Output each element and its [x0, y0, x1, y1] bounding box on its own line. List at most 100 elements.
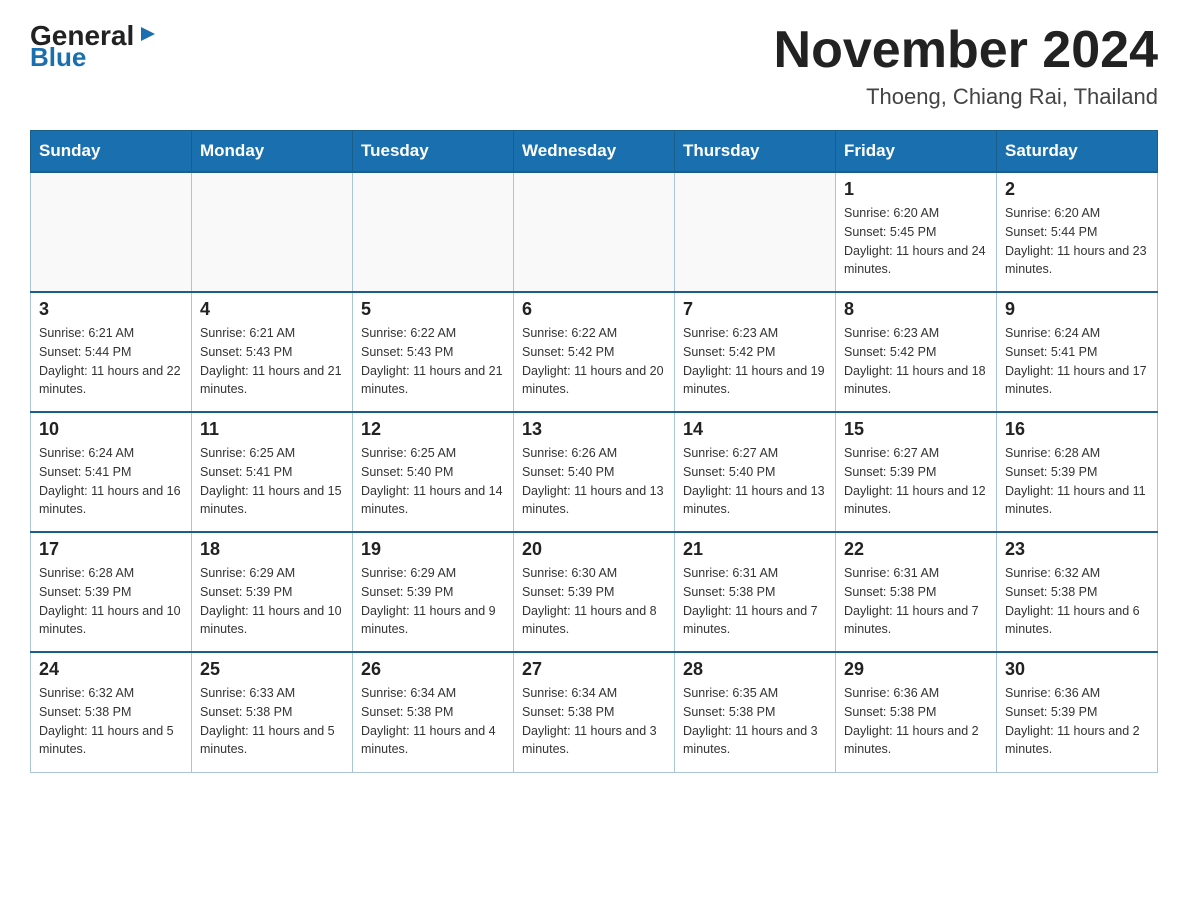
- day-number: 12: [361, 419, 505, 440]
- day-info: Sunrise: 6:28 AM Sunset: 5:39 PM Dayligh…: [39, 564, 183, 639]
- day-number: 19: [361, 539, 505, 560]
- calendar-cell: 11 Sunrise: 6:25 AM Sunset: 5:41 PM Dayli…: [192, 412, 353, 532]
- day-number: 16: [1005, 419, 1149, 440]
- calendar-body: 1 Sunrise: 6:20 AM Sunset: 5:45 PM Daylig…: [31, 172, 1158, 772]
- header-day-thursday: Thursday: [675, 131, 836, 173]
- day-number: 20: [522, 539, 666, 560]
- day-info: Sunrise: 6:34 AM Sunset: 5:38 PM Dayligh…: [361, 684, 505, 759]
- calendar-cell: 21 Sunrise: 6:31 AM Sunset: 5:38 PM Dayli…: [675, 532, 836, 652]
- day-info: Sunrise: 6:20 AM Sunset: 5:45 PM Dayligh…: [844, 204, 988, 279]
- day-info: Sunrise: 6:33 AM Sunset: 5:38 PM Dayligh…: [200, 684, 344, 759]
- day-number: 11: [200, 419, 344, 440]
- day-number: 8: [844, 299, 988, 320]
- day-number: 23: [1005, 539, 1149, 560]
- calendar-cell: 24 Sunrise: 6:32 AM Sunset: 5:38 PM Dayli…: [31, 652, 192, 772]
- week-row-4: 17 Sunrise: 6:28 AM Sunset: 5:39 PM Dayli…: [31, 532, 1158, 652]
- calendar-cell: 9 Sunrise: 6:24 AM Sunset: 5:41 PM Daylig…: [997, 292, 1158, 412]
- day-number: 6: [522, 299, 666, 320]
- day-info: Sunrise: 6:22 AM Sunset: 5:43 PM Dayligh…: [361, 324, 505, 399]
- day-number: 30: [1005, 659, 1149, 680]
- day-info: Sunrise: 6:31 AM Sunset: 5:38 PM Dayligh…: [683, 564, 827, 639]
- header-day-monday: Monday: [192, 131, 353, 173]
- day-number: 18: [200, 539, 344, 560]
- calendar-cell: 19Sunrise: 6:29 AM Sunset: 5:39 PM Dayli…: [353, 532, 514, 652]
- logo-blue: Blue: [30, 42, 86, 73]
- calendar-cell: 8 Sunrise: 6:23 AM Sunset: 5:42 PM Daylig…: [836, 292, 997, 412]
- day-info: Sunrise: 6:22 AM Sunset: 5:42 PM Dayligh…: [522, 324, 666, 399]
- day-info: Sunrise: 6:31 AM Sunset: 5:38 PM Dayligh…: [844, 564, 988, 639]
- calendar-cell: 2Sunrise: 6:20 AM Sunset: 5:44 PM Daylig…: [997, 172, 1158, 292]
- day-info: Sunrise: 6:30 AM Sunset: 5:39 PM Dayligh…: [522, 564, 666, 639]
- calendar-cell: 30Sunrise: 6:36 AM Sunset: 5:39 PM Dayli…: [997, 652, 1158, 772]
- week-row-2: 3 Sunrise: 6:21 AM Sunset: 5:44 PM Daylig…: [31, 292, 1158, 412]
- day-info: Sunrise: 6:27 AM Sunset: 5:40 PM Dayligh…: [683, 444, 827, 519]
- calendar-cell: 16Sunrise: 6:28 AM Sunset: 5:39 PM Dayli…: [997, 412, 1158, 532]
- day-info: Sunrise: 6:32 AM Sunset: 5:38 PM Dayligh…: [1005, 564, 1149, 639]
- day-number: 5: [361, 299, 505, 320]
- day-number: 25: [200, 659, 344, 680]
- day-number: 22: [844, 539, 988, 560]
- logo-flag-icon: [137, 23, 159, 45]
- day-number: 27: [522, 659, 666, 680]
- calendar-cell: 7Sunrise: 6:23 AM Sunset: 5:42 PM Daylig…: [675, 292, 836, 412]
- day-number: 9: [1005, 299, 1149, 320]
- day-number: 28: [683, 659, 827, 680]
- calendar-cell: 13Sunrise: 6:26 AM Sunset: 5:40 PM Dayli…: [514, 412, 675, 532]
- day-info: Sunrise: 6:20 AM Sunset: 5:44 PM Dayligh…: [1005, 204, 1149, 279]
- calendar-cell: 18 Sunrise: 6:29 AM Sunset: 5:39 PM Dayli…: [192, 532, 353, 652]
- day-info: Sunrise: 6:34 AM Sunset: 5:38 PM Dayligh…: [522, 684, 666, 759]
- day-info: Sunrise: 6:32 AM Sunset: 5:38 PM Dayligh…: [39, 684, 183, 759]
- calendar-cell: [514, 172, 675, 292]
- title-section: November 2024 Thoeng, Chiang Rai, Thaila…: [774, 20, 1158, 110]
- calendar-cell: 6 Sunrise: 6:22 AM Sunset: 5:42 PM Daylig…: [514, 292, 675, 412]
- calendar-cell: 10 Sunrise: 6:24 AM Sunset: 5:41 PM Dayli…: [31, 412, 192, 532]
- calendar-cell: 1 Sunrise: 6:20 AM Sunset: 5:45 PM Daylig…: [836, 172, 997, 292]
- calendar-cell: [192, 172, 353, 292]
- day-info: Sunrise: 6:29 AM Sunset: 5:39 PM Dayligh…: [200, 564, 344, 639]
- day-info: Sunrise: 6:25 AM Sunset: 5:41 PM Dayligh…: [200, 444, 344, 519]
- calendar-cell: 17 Sunrise: 6:28 AM Sunset: 5:39 PM Dayli…: [31, 532, 192, 652]
- day-number: 10: [39, 419, 183, 440]
- day-info: Sunrise: 6:21 AM Sunset: 5:43 PM Dayligh…: [200, 324, 344, 399]
- calendar-cell: 26Sunrise: 6:34 AM Sunset: 5:38 PM Dayli…: [353, 652, 514, 772]
- header-row: SundayMondayTuesdayWednesdayThursdayFrid…: [31, 131, 1158, 173]
- day-info: Sunrise: 6:23 AM Sunset: 5:42 PM Dayligh…: [844, 324, 988, 399]
- day-number: 15: [844, 419, 988, 440]
- day-number: 1: [844, 179, 988, 200]
- calendar-cell: 3 Sunrise: 6:21 AM Sunset: 5:44 PM Daylig…: [31, 292, 192, 412]
- calendar-cell: 15 Sunrise: 6:27 AM Sunset: 5:39 PM Dayli…: [836, 412, 997, 532]
- day-info: Sunrise: 6:27 AM Sunset: 5:39 PM Dayligh…: [844, 444, 988, 519]
- calendar-cell: [31, 172, 192, 292]
- day-number: 17: [39, 539, 183, 560]
- day-info: Sunrise: 6:24 AM Sunset: 5:41 PM Dayligh…: [1005, 324, 1149, 399]
- header-day-sunday: Sunday: [31, 131, 192, 173]
- day-info: Sunrise: 6:35 AM Sunset: 5:38 PM Dayligh…: [683, 684, 827, 759]
- header-day-saturday: Saturday: [997, 131, 1158, 173]
- calendar-cell: 27 Sunrise: 6:34 AM Sunset: 5:38 PM Dayli…: [514, 652, 675, 772]
- week-row-1: 1 Sunrise: 6:20 AM Sunset: 5:45 PM Daylig…: [31, 172, 1158, 292]
- page-header: General Blue November 2024 Thoeng, Chian…: [30, 20, 1158, 110]
- week-row-3: 10 Sunrise: 6:24 AM Sunset: 5:41 PM Dayli…: [31, 412, 1158, 532]
- day-info: Sunrise: 6:23 AM Sunset: 5:42 PM Dayligh…: [683, 324, 827, 399]
- calendar-cell: 20 Sunrise: 6:30 AM Sunset: 5:39 PM Dayli…: [514, 532, 675, 652]
- subtitle: Thoeng, Chiang Rai, Thailand: [774, 84, 1158, 110]
- day-number: 21: [683, 539, 827, 560]
- day-number: 4: [200, 299, 344, 320]
- day-number: 3: [39, 299, 183, 320]
- day-info: Sunrise: 6:24 AM Sunset: 5:41 PM Dayligh…: [39, 444, 183, 519]
- day-info: Sunrise: 6:25 AM Sunset: 5:40 PM Dayligh…: [361, 444, 505, 519]
- day-number: 14: [683, 419, 827, 440]
- day-number: 24: [39, 659, 183, 680]
- header-day-wednesday: Wednesday: [514, 131, 675, 173]
- calendar-cell: 14 Sunrise: 6:27 AM Sunset: 5:40 PM Dayli…: [675, 412, 836, 532]
- day-info: Sunrise: 6:21 AM Sunset: 5:44 PM Dayligh…: [39, 324, 183, 399]
- calendar-cell: 12 Sunrise: 6:25 AM Sunset: 5:40 PM Dayli…: [353, 412, 514, 532]
- header-day-friday: Friday: [836, 131, 997, 173]
- calendar-cell: 4 Sunrise: 6:21 AM Sunset: 5:43 PM Daylig…: [192, 292, 353, 412]
- calendar-cell: 28 Sunrise: 6:35 AM Sunset: 5:38 PM Dayli…: [675, 652, 836, 772]
- day-info: Sunrise: 6:26 AM Sunset: 5:40 PM Dayligh…: [522, 444, 666, 519]
- logo: General Blue: [30, 20, 160, 73]
- calendar-header: SundayMondayTuesdayWednesdayThursdayFrid…: [31, 131, 1158, 173]
- calendar-cell: 25 Sunrise: 6:33 AM Sunset: 5:38 PM Dayli…: [192, 652, 353, 772]
- calendar-cell: [675, 172, 836, 292]
